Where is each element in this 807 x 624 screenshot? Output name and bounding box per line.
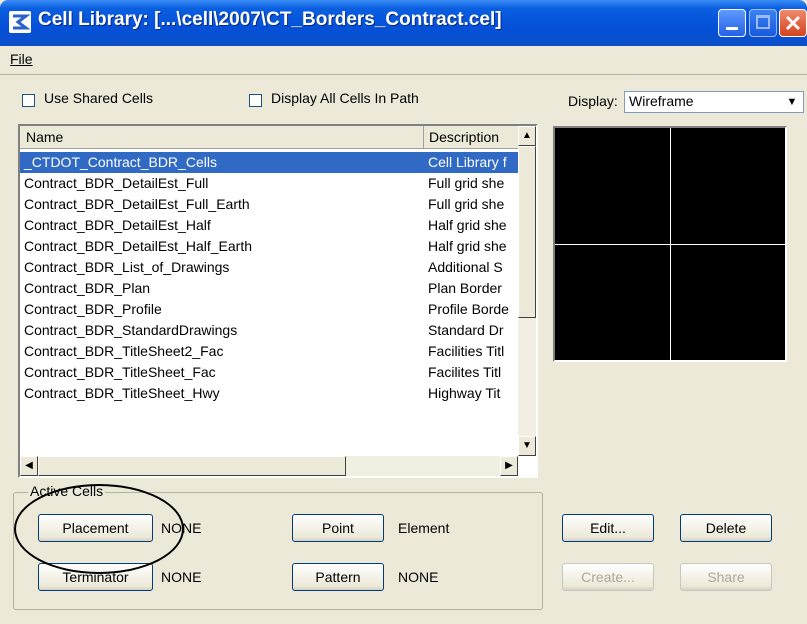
cell-list[interactable]: Name Description _CTDOT_Contract_BDR_Cel…: [18, 124, 538, 478]
row-name: Contract_BDR_Profile: [24, 301, 162, 317]
display-mode-value: Wireframe: [629, 93, 694, 109]
minimize-button[interactable]: [718, 9, 746, 37]
row-name: Contract_BDR_DetailEst_Half_Earth: [24, 238, 252, 254]
row-description: Additional S: [428, 259, 503, 275]
table-row[interactable]: Contract_BDR_TitleSheet2_Fac Facilities T…: [20, 341, 518, 362]
row-description: Cell Library f: [428, 154, 507, 170]
active-cells-group: [13, 492, 543, 610]
table-row[interactable]: _CTDOT_Contract_BDR_Cells Cell Library f: [20, 152, 518, 173]
table-row[interactable]: Contract_BDR_DetailEst_Half Half grid she: [20, 215, 518, 236]
scroll-right-icon[interactable]: ▶: [500, 456, 518, 476]
table-row[interactable]: Contract_BDR_Plan Plan Border: [20, 278, 518, 299]
share-button[interactable]: Share: [680, 563, 772, 591]
column-header-name[interactable]: Name: [20, 126, 424, 148]
point-value: Element: [398, 520, 450, 536]
row-description: Facilites Titl: [428, 364, 502, 380]
vertical-scroll-thumb[interactable]: [518, 146, 536, 318]
delete-button[interactable]: Delete: [680, 514, 772, 542]
maximize-icon: [756, 15, 770, 29]
chevron-down-icon[interactable]: ▼: [781, 92, 803, 112]
vertical-scrollbar[interactable]: ▲ ▼: [518, 126, 536, 456]
display-mode-select[interactable]: Wireframe ▼: [624, 91, 804, 113]
table-row[interactable]: Contract_BDR_StandardDrawings Standard Dr: [20, 320, 518, 341]
menu-file[interactable]: File: [10, 51, 33, 67]
row-description: Plan Border: [428, 280, 502, 296]
pattern-button[interactable]: Pattern: [292, 563, 384, 591]
row-name: Contract_BDR_TitleSheet2_Fac: [24, 343, 224, 359]
row-name: Contract_BDR_StandardDrawings: [24, 322, 238, 338]
row-name: Contract_BDR_DetailEst_Full_Earth: [24, 196, 250, 212]
pattern-value: NONE: [398, 569, 439, 585]
row-name: Contract_BDR_List_of_Drawings: [24, 259, 230, 275]
terminator-value: NONE: [161, 569, 202, 585]
horizontal-scrollbar[interactable]: ◀ ▶: [20, 456, 518, 476]
table-row[interactable]: Contract_BDR_DetailEst_Full Full grid she: [20, 173, 518, 194]
row-name: _CTDOT_Contract_BDR_Cells: [24, 154, 217, 170]
share-button-label: Share: [707, 569, 745, 585]
display-all-cells-label: Display All Cells In Path: [271, 90, 419, 106]
close-icon: [785, 15, 801, 31]
terminator-button-label: Terminator: [62, 569, 129, 585]
scroll-left-icon[interactable]: ◀: [20, 456, 38, 476]
edit-button-label: Edit...: [590, 520, 626, 536]
row-name: Contract_BDR_TitleSheet_Hwy: [24, 385, 220, 401]
row-description: Half grid she: [428, 217, 507, 233]
row-name: Contract_BDR_DetailEst_Full: [24, 175, 209, 191]
use-shared-cells-checkbox[interactable]: [22, 94, 35, 107]
list-header: Name Description: [20, 126, 518, 149]
row-name: Contract_BDR_TitleSheet_Fac: [24, 364, 216, 380]
edit-button[interactable]: Edit...: [562, 514, 654, 542]
point-button-label: Point: [322, 520, 354, 536]
delete-button-label: Delete: [705, 520, 747, 536]
preview-horizontal-line: [555, 244, 785, 245]
cell-library-app-icon: [8, 10, 32, 34]
close-button[interactable]: [779, 9, 807, 37]
create-button[interactable]: Create...: [562, 563, 654, 591]
placement-value: NONE: [161, 520, 202, 536]
point-button[interactable]: Point: [292, 514, 384, 542]
table-row[interactable]: Contract_BDR_List_of_Drawings Additional …: [20, 257, 518, 278]
cell-preview: [553, 126, 787, 362]
maximize-button[interactable]: [749, 9, 777, 37]
column-header-description[interactable]: Description: [425, 126, 518, 148]
row-description: Half grid she: [428, 238, 507, 254]
create-button-label: Create...: [581, 569, 635, 585]
row-name: Contract_BDR_Plan: [24, 280, 151, 296]
window-title: Cell Library: [...\cell\2007\CT_Borders_…: [38, 9, 502, 30]
horizontal-scroll-thumb[interactable]: [38, 456, 346, 476]
row-description: Full grid she: [428, 196, 505, 212]
pattern-button-label: Pattern: [315, 569, 361, 585]
menu-file-label: File: [10, 51, 33, 67]
row-description: Facilities Titl: [428, 343, 505, 359]
table-row[interactable]: Contract_BDR_DetailEst_Full_Earth Full gr…: [20, 194, 518, 215]
use-shared-cells-label: Use Shared Cells: [44, 90, 153, 106]
row-description: Full grid she: [428, 175, 505, 191]
terminator-button[interactable]: Terminator: [38, 563, 153, 591]
row-name: Contract_BDR_DetailEst_Half: [24, 217, 211, 233]
active-cells-label: Active Cells: [28, 483, 106, 499]
display-label: Display:: [568, 93, 618, 109]
scroll-down-icon[interactable]: ▼: [518, 436, 536, 456]
scroll-up-icon[interactable]: ▲: [518, 126, 536, 146]
placement-button[interactable]: Placement: [38, 514, 153, 542]
table-row[interactable]: Contract_BDR_TitleSheet_Hwy Highway Tit: [20, 383, 518, 404]
table-row[interactable]: Contract_BDR_DetailEst_Half_Earth Half gr…: [20, 236, 518, 257]
row-description: Standard Dr: [428, 322, 504, 338]
table-row[interactable]: Contract_BDR_TitleSheet_Fac Facilites Tit…: [20, 362, 518, 383]
row-description: Profile Borde: [428, 301, 509, 317]
list-body: _CTDOT_Contract_BDR_Cells Cell Library f C…: [20, 148, 518, 456]
menu-bar: File: [0, 46, 807, 75]
row-description: Highway Tit: [428, 385, 501, 401]
display-all-cells-checkbox[interactable]: [249, 94, 262, 107]
table-row[interactable]: Contract_BDR_Profile Profile Borde: [20, 299, 518, 320]
minimize-icon: [726, 27, 738, 30]
placement-button-label: Placement: [62, 520, 129, 536]
